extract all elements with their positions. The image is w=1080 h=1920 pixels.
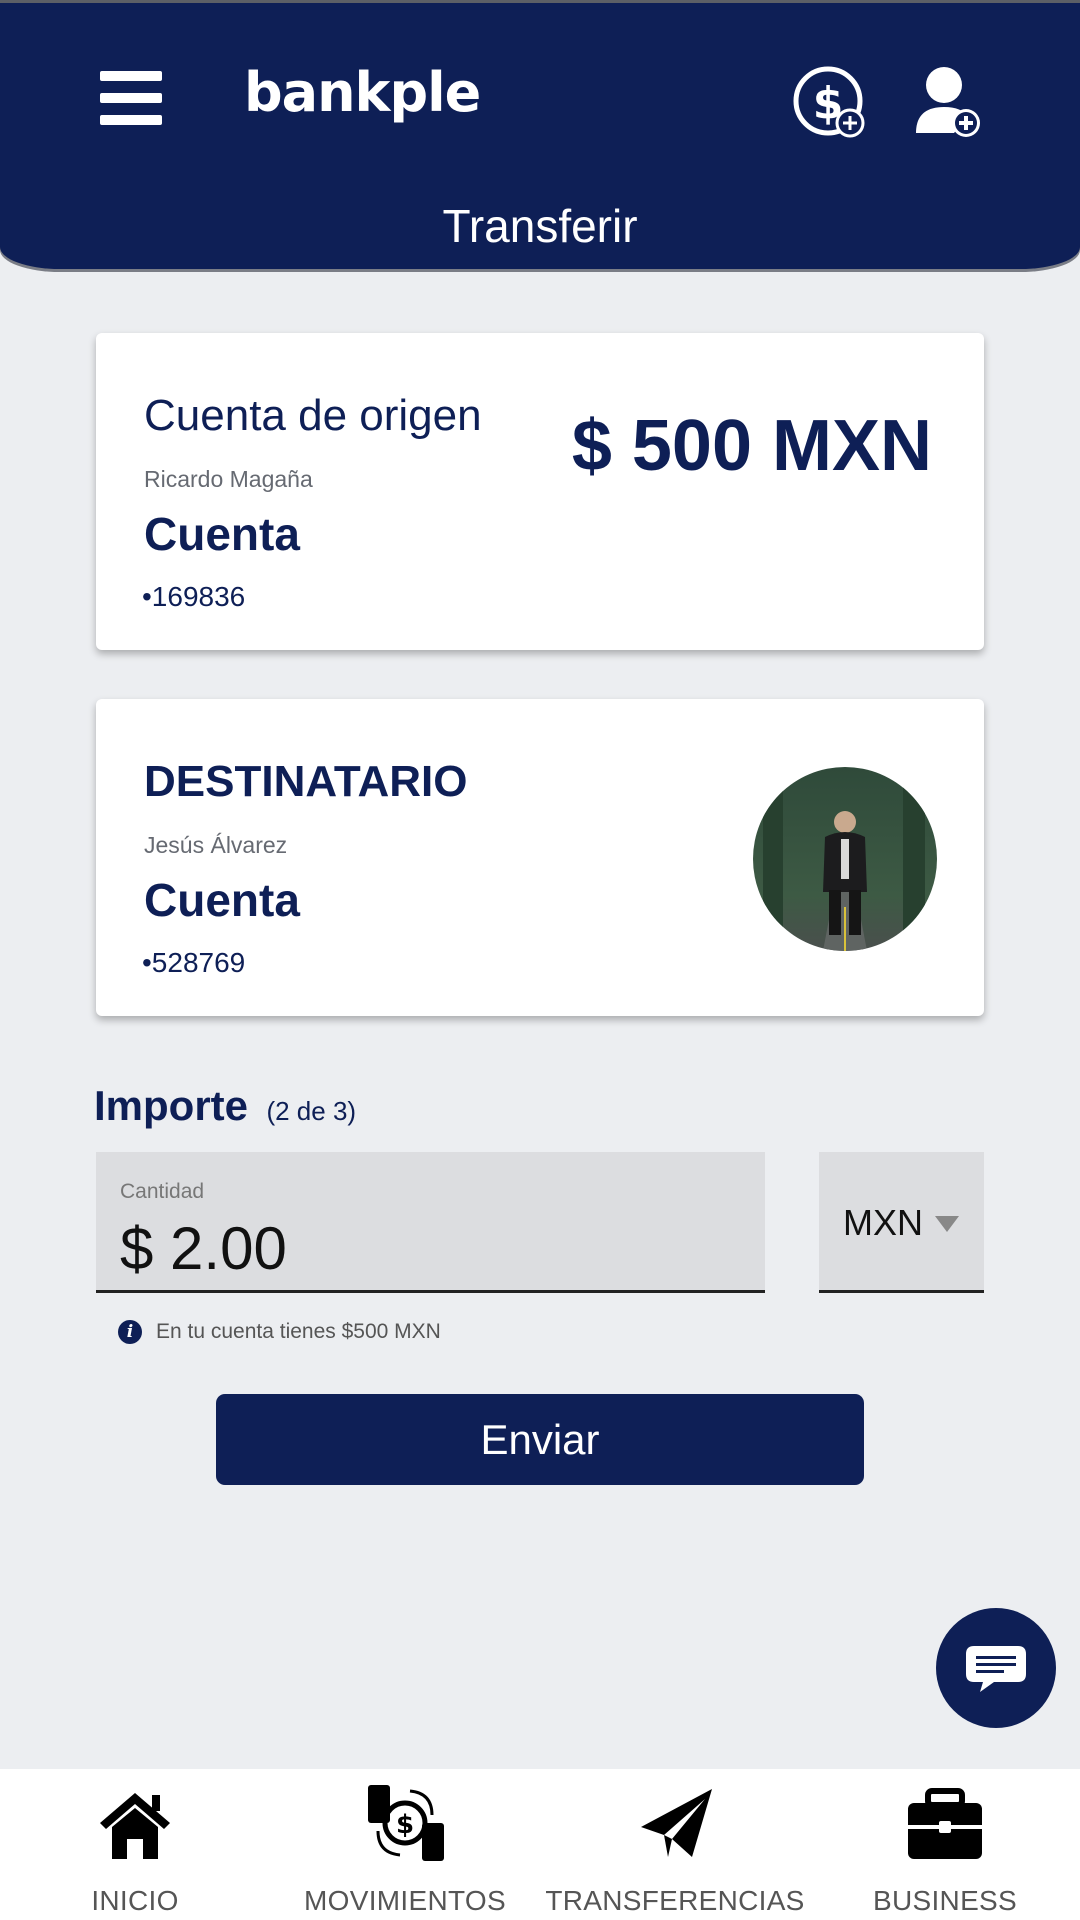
recipient-account-number: •528769: [142, 947, 246, 978]
recipient-card[interactable]: DESTINATARIO Jesús Álvarez Cuenta •52876…: [96, 699, 984, 1016]
recipient-account-label: Cuenta: [144, 874, 300, 926]
bottom-navigation: INICIO $ MOVIMIENTOS TRANSFERENCIAS BUSI…: [0, 1769, 1080, 1920]
home-icon: [100, 1793, 170, 1859]
bankple-logo: bankple: [244, 61, 481, 124]
amount-input[interactable]: Cantidad $ 2.00: [96, 1152, 765, 1293]
balance-hint: i En tu cuenta tienes $500 MXN: [118, 1320, 441, 1344]
amount-input-value: $ 2.00: [120, 1215, 287, 1282]
nav-item-movimientos[interactable]: $ MOVIMIENTOS: [270, 1769, 540, 1920]
currency-select[interactable]: MXN: [819, 1152, 984, 1293]
origin-account-number: •169836: [142, 581, 246, 612]
app-header: bankple $ Transferir: [0, 3, 1080, 269]
origin-balance: $ 500 MXN: [571, 406, 932, 486]
origin-account-card: Cuenta de origen Ricardo Magaña Cuenta •…: [96, 333, 984, 650]
nav-label-transferencias: TRANSFERENCIAS: [545, 1885, 805, 1916]
nav-item-transferencias[interactable]: TRANSFERENCIAS: [540, 1769, 810, 1920]
recipient-avatar: [753, 767, 937, 951]
chat-button[interactable]: [936, 1608, 1056, 1728]
paper-plane-icon: [641, 1789, 712, 1857]
nav-label-inicio: INICIO: [91, 1885, 179, 1916]
page-title: Transferir: [442, 200, 638, 252]
nav-item-inicio[interactable]: INICIO: [0, 1769, 270, 1920]
money-exchange-icon: $: [368, 1785, 444, 1861]
origin-account-label: Cuenta: [144, 508, 300, 560]
chat-bubble-icon: [966, 1646, 1026, 1692]
step-indicator: (2 de 3): [266, 1096, 357, 1126]
balance-hint-text: En tu cuenta tienes $500 MXN: [156, 1320, 441, 1343]
amount-section-header: Importe (2 de 3): [94, 1082, 356, 1130]
nav-label-movimientos: MOVIMIENTOS: [304, 1885, 506, 1916]
origin-heading: Cuenta de origen: [144, 391, 482, 440]
info-icon: i: [118, 1320, 142, 1344]
origin-owner: Ricardo Magaña: [144, 466, 313, 492]
send-button[interactable]: Enviar: [216, 1394, 864, 1485]
hamburger-menu-icon[interactable]: [100, 71, 162, 125]
amount-section-title: Importe: [94, 1082, 249, 1129]
amount-input-label: Cantidad: [120, 1180, 205, 1203]
user-plus-icon[interactable]: [914, 63, 984, 143]
briefcase-icon: [908, 1788, 982, 1859]
chevron-down-icon: [935, 1216, 959, 1232]
recipient-name: Jesús Álvarez: [144, 832, 288, 858]
nav-label-business: BUSINESS: [873, 1885, 1017, 1916]
currency-value: MXN: [843, 1202, 923, 1243]
svg-text:$: $: [396, 1810, 414, 1840]
recipient-heading: DESTINATARIO: [144, 757, 468, 806]
dollar-plus-icon[interactable]: $: [790, 63, 870, 143]
nav-item-business[interactable]: BUSINESS: [810, 1769, 1080, 1920]
